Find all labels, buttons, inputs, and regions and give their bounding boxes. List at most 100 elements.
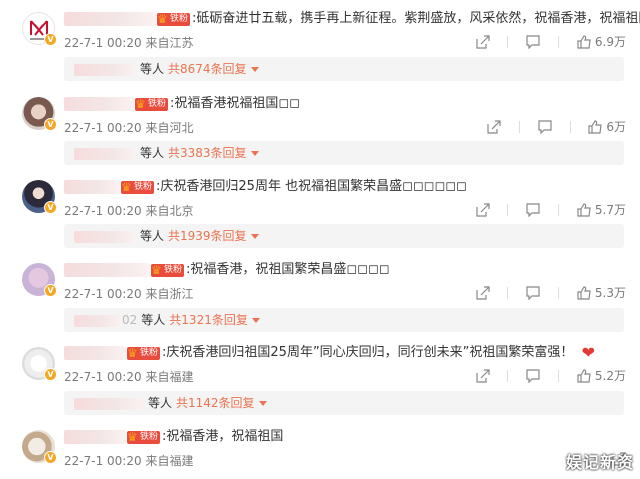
reply-username (74, 63, 136, 76)
like-icon[interactable] (577, 34, 591, 49)
comment-icon[interactable] (526, 34, 540, 49)
reply-summary[interactable]: 等人 共1142条回复 (64, 391, 624, 415)
comment-actions: 6万 (487, 118, 626, 135)
comment-text: :庆祝香港回归祖国25周年”同心庆回归，同行创未来”祝祖国繁荣富强！ (162, 345, 574, 360)
like-count: 5.3万 (594, 286, 626, 300)
fan-badge: ♛ 铁粉 (121, 179, 155, 194)
share-icon[interactable] (475, 34, 490, 49)
divider (507, 369, 509, 382)
comment-location: 来自浙江 (145, 287, 194, 301)
caret-down-icon[interactable] (250, 67, 259, 72)
comment-icon[interactable] (526, 368, 540, 383)
username[interactable] (64, 263, 150, 277)
reply-summary[interactable]: 等人 共3383条回复 (64, 141, 624, 165)
comment-meta: 22-7-1 00:20 来自福建 (64, 368, 193, 385)
divider (507, 35, 509, 48)
caret-down-icon[interactable] (250, 234, 259, 239)
reply-label: 等人 (141, 313, 166, 327)
comment-actions: 5.7万 (475, 201, 626, 218)
share-icon[interactable] (475, 202, 490, 217)
heart-emoji: ❤ (581, 343, 595, 362)
comment-meta: 22-7-1 00:20 来自河北 (64, 119, 193, 136)
reply-label: 等人 (140, 229, 165, 243)
share-icon[interactable] (475, 368, 490, 383)
username[interactable] (64, 180, 120, 194)
comment-meta: 22-7-1 00:20 来自浙江 (64, 285, 193, 302)
reply-summary[interactable]: 等人 共8674条回复 (64, 57, 624, 81)
crown-icon: ♛ (127, 345, 138, 360)
comment-icon[interactable] (526, 285, 540, 300)
comment-meta: 22-7-1 00:20 来自北京 (64, 202, 193, 219)
comment-line: ♛ 铁粉:庆祝香港回归祖国25周年”同心庆回归，同行创未来”祝祖国繁荣富强！ ❤ (64, 345, 595, 362)
caret-down-icon[interactable] (251, 318, 260, 323)
comment-line: ♛ 铁粉:祝福香港，祝祖国繁荣昌盛◻◻◻◻ (64, 262, 390, 279)
comment-meta: 22-7-1 00:20 来自福建 (64, 452, 193, 469)
verified-icon: V (44, 451, 57, 464)
watermark: 娱记新资 (565, 453, 634, 472)
like-count: 5.7万 (594, 203, 626, 217)
reply-username (74, 397, 144, 410)
divider (569, 120, 571, 133)
comment-location: 来自福建 (145, 454, 194, 468)
like-icon[interactable] (588, 119, 603, 134)
verified-icon: V (44, 33, 57, 46)
username[interactable] (64, 430, 126, 444)
comment-line: ♛ 铁粉:砥砺奋进廿五载，携手再上新征程。紫荆盛放，风采依然，祝福香港，祝福祖国！ (64, 11, 640, 28)
fan-badge: ♛ 铁粉 (135, 96, 169, 111)
caret-down-icon[interactable] (250, 151, 259, 156)
crown-icon: ♛ (127, 429, 138, 444)
like-count: 6.9万 (594, 35, 626, 49)
crown-icon: ♛ (121, 179, 132, 194)
comment-location: 来自福建 (145, 370, 194, 384)
comment-date: 22-7-1 00:20 (64, 370, 142, 384)
caret-down-icon[interactable] (258, 401, 267, 406)
comment-text: :砥砺奋进廿五载，携手再上新征程。紫荆盛放，风采依然，祝福香港，祝福祖国！ (192, 11, 640, 26)
comment-location: 来自河北 (145, 121, 194, 135)
fan-badge: ♛ 铁粉 (127, 345, 161, 360)
verified-icon: V (44, 284, 57, 297)
comment-location: 来自北京 (145, 204, 194, 218)
crown-icon: ♛ (157, 11, 168, 26)
fan-badge: ♛ 铁粉 (157, 11, 191, 26)
comment-line: ♛ 铁粉:祝福香港，祝福祖国 (64, 429, 283, 446)
divider (507, 286, 509, 299)
divider (558, 35, 560, 48)
reply-total[interactable]: 共8674条回复 (168, 62, 247, 76)
crown-icon: ♛ (151, 262, 162, 277)
reply-username (74, 147, 136, 160)
reply-summary[interactable]: 02 等人 共1321条回复 (64, 308, 624, 332)
comment-text: :祝福香港，祝祖国繁荣昌盛◻◻◻◻ (186, 262, 390, 277)
comment-meta: 22-7-1 00:20 来自江苏 (64, 34, 193, 51)
divider (507, 203, 509, 216)
comment-icon[interactable] (526, 202, 540, 217)
username[interactable] (64, 346, 126, 360)
reply-username (74, 314, 122, 327)
comment-date: 22-7-1 00:20 (64, 454, 142, 468)
fan-badge: ♛ 铁粉 (151, 262, 185, 277)
divider (558, 286, 560, 299)
reply-total[interactable]: 共1939条回复 (168, 229, 247, 243)
verified-icon: V (44, 368, 57, 381)
like-icon[interactable] (577, 368, 591, 383)
reply-username (74, 230, 136, 243)
fan-badge: ♛ 铁粉 (127, 429, 161, 444)
share-icon[interactable] (475, 285, 490, 300)
like-icon[interactable] (577, 285, 591, 300)
divider (518, 120, 520, 133)
like-icon[interactable] (577, 202, 591, 217)
comment-icon[interactable] (538, 119, 552, 134)
crown-icon: ♛ (135, 96, 146, 111)
reply-total[interactable]: 共1142条回复 (176, 396, 255, 410)
share-icon[interactable] (487, 119, 501, 134)
comment-date: 22-7-1 00:20 (64, 36, 142, 50)
username[interactable] (64, 97, 134, 111)
reply-total[interactable]: 共1321条回复 (169, 313, 248, 327)
comment-date: 22-7-1 00:20 (64, 287, 142, 301)
comment-location: 来自江苏 (145, 36, 194, 50)
verified-icon: V (44, 201, 57, 214)
reply-summary[interactable]: 等人 共1939条回复 (64, 224, 624, 248)
comment-text: :祝福香港，祝福祖国 (162, 429, 284, 444)
reply-total[interactable]: 共3383条回复 (168, 146, 247, 160)
username[interactable] (64, 12, 156, 26)
comment-actions: 6.9万 (475, 33, 626, 50)
